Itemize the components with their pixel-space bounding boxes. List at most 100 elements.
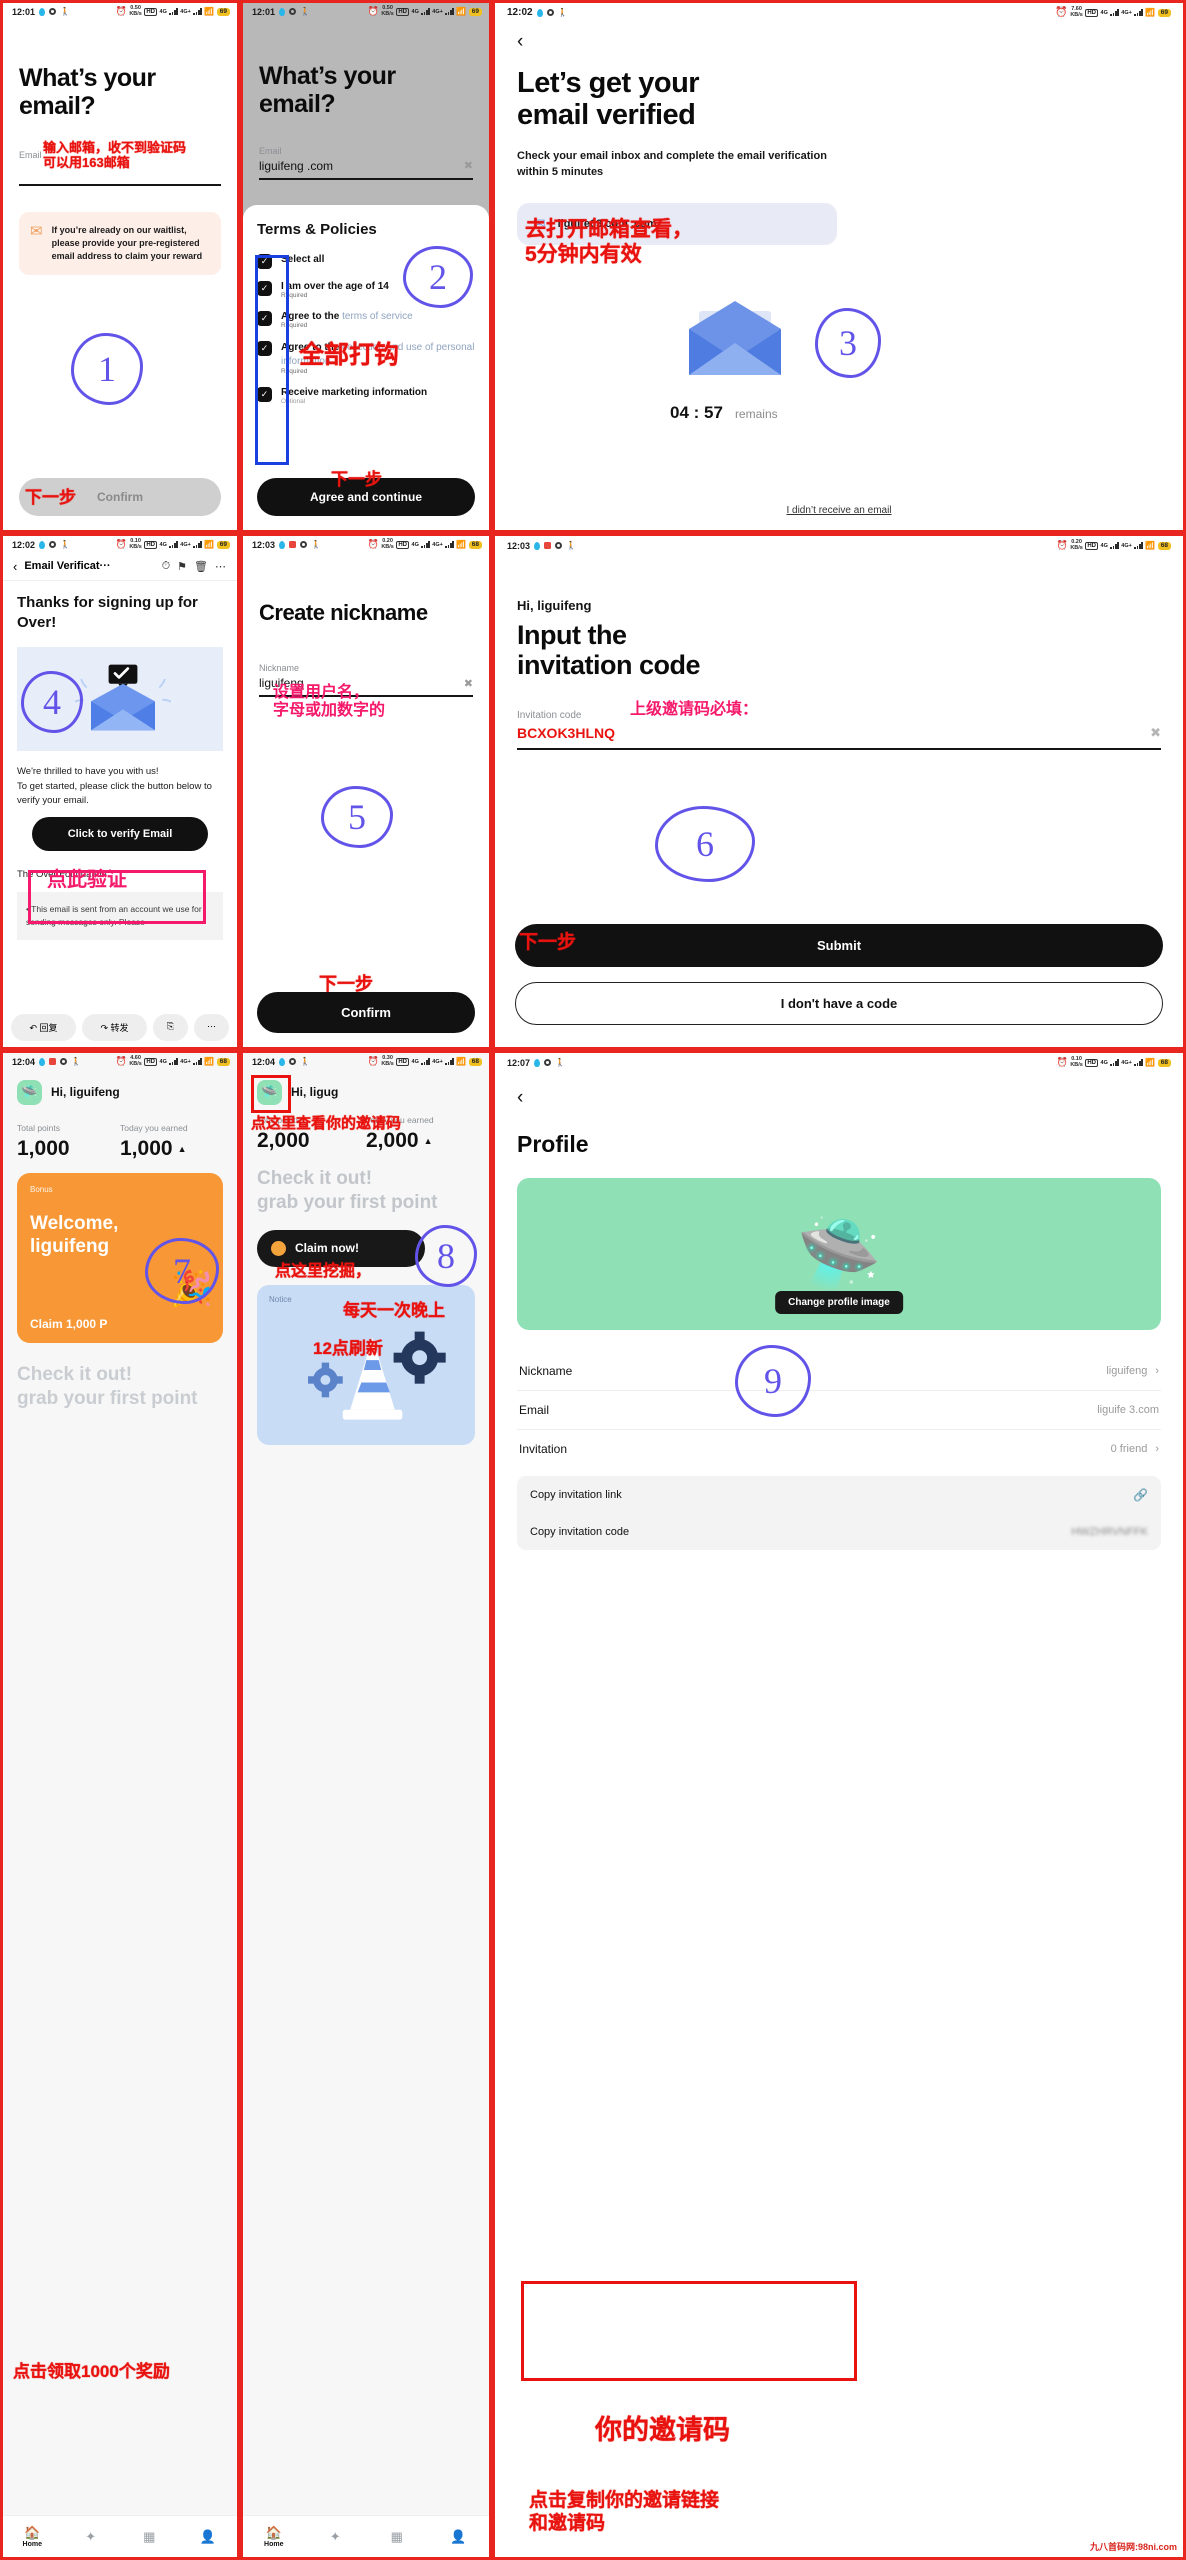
resend-email-link[interactable]: I didn’t receive an email — [495, 505, 1183, 516]
terms-item-label: Receive marketing information — [281, 387, 428, 398]
back-chevron-icon[interactable]: ‹ — [517, 31, 1161, 53]
status-bar: 12:02 🚶 ⏰ 7.60 KB/s HD 4G 4G+ 📶 69 — [495, 3, 1183, 21]
alien-avatar-icon[interactable]: 🛸 — [17, 1079, 42, 1105]
archive-icon[interactable]: ⎘ — [153, 1014, 188, 1041]
profile-row-nickname[interactable]: Nickname liguifeng › — [517, 1352, 1161, 1391]
nav-card[interactable]: ▦ — [366, 2516, 428, 2557]
page-title: Profile — [517, 1130, 589, 1157]
nav-sparkle[interactable]: ✦ — [305, 2516, 367, 2557]
countdown-row: 04 : 57 remains — [670, 403, 778, 423]
clear-icon[interactable]: ✖ — [464, 677, 473, 690]
status-time: 12:04 — [12, 1056, 36, 1067]
verify-email-button[interactable]: Click to verify Email — [32, 817, 208, 852]
clear-icon[interactable]: ✖ — [464, 159, 473, 172]
change-profile-image-button[interactable]: Change profile image — [775, 1290, 903, 1314]
invitation-code-input[interactable]: BCXOK3HLNQ ✖ — [517, 721, 1161, 750]
claim-now-button[interactable]: Claim now! — [257, 1229, 425, 1267]
cone-gear-icon — [308, 1331, 446, 1420]
annotation-your-invite-code: 你的邀请码 — [595, 2415, 730, 2446]
caret-up-icon: ▲ — [423, 1135, 433, 1146]
forward-button[interactable]: ↷ 转发 — [82, 1014, 147, 1041]
copy-invitation-link-row[interactable]: Copy invitation link 🔗 — [517, 1476, 1161, 1514]
nav-person[interactable]: 👤 — [428, 2516, 490, 2557]
notification-icon — [289, 541, 297, 549]
profile-image-card[interactable]: 🛸 Change profile image — [517, 1177, 1161, 1330]
panel-home-claim: 12:04 🚶 ⏰ 0.30 KB/s HD 4G 4G+ 📶 68 🛸 Hi, … — [240, 1050, 492, 2560]
signal-icon-2 — [193, 541, 202, 549]
person-icon: 🚶 — [300, 7, 310, 17]
profile-header[interactable]: 🛸 Hi, liguifeng — [3, 1070, 237, 1105]
status-time: 12:02 — [12, 539, 36, 550]
signal-icon-2 — [445, 541, 454, 549]
no-code-button[interactable]: I don't have a code — [515, 982, 1163, 1025]
trash-icon[interactable]: 🗑 — [194, 560, 208, 573]
coin-icon — [271, 1240, 286, 1256]
step-marker-6: 6 — [655, 806, 755, 882]
profile-row-invitation[interactable]: Invitation 0 friend › — [517, 1430, 1161, 1468]
person-icon: 🚶 — [555, 1058, 565, 1068]
page-title: Let’s get your email verified — [517, 66, 700, 131]
link-icon[interactable]: 🔗 — [1133, 1488, 1148, 1502]
network-type: 4G — [159, 8, 167, 15]
reply-button[interactable]: ↶ 回复 — [11, 1014, 76, 1041]
site-watermark: 九八首码网:98ni.com — [1089, 2542, 1177, 2552]
wifi-icon: 📶 — [204, 540, 215, 550]
droplet-icon — [534, 1058, 541, 1067]
network-type-2: 4G+ — [432, 8, 443, 15]
network-type: 4G — [1100, 542, 1108, 549]
network-type-2: 4G+ — [180, 8, 191, 15]
email-field-label: Email — [259, 145, 282, 156]
nav-home[interactable]: 🏠 Home — [243, 2516, 305, 2557]
nav-person[interactable]: 👤 — [179, 2516, 238, 2557]
network-speed: 0.10 KB/s — [1070, 1056, 1083, 1068]
page-title: Input the invitation code — [517, 619, 701, 680]
terms-of-service-link[interactable]: terms of service — [342, 311, 413, 322]
hd-icon: HD — [396, 540, 410, 549]
bonus-cta-label[interactable]: Claim 1,000 P — [30, 1317, 107, 1331]
network-type: 4G — [159, 541, 167, 548]
email-input[interactable]: liguifeng .com ✖ — [259, 156, 473, 180]
nav-sparkle[interactable]: ✦ — [62, 2516, 121, 2557]
verified-envelope-icon — [75, 664, 171, 731]
wifi-icon: 📶 — [204, 7, 215, 17]
signal-icon-2 — [193, 1058, 202, 1066]
droplet-icon — [279, 1057, 286, 1066]
flag-icon[interactable]: ⚑ — [177, 560, 187, 573]
back-chevron-icon[interactable]: ‹ — [13, 559, 17, 574]
nickname-field-label: Nickname — [259, 663, 300, 674]
copy-rows: Copy invitation link 🔗 Copy invitation c… — [517, 1475, 1161, 1550]
clock-icon[interactable]: ⏱ — [162, 560, 171, 573]
clear-icon[interactable]: ✖ — [1150, 725, 1161, 741]
nav-card[interactable]: ▦ — [120, 2516, 179, 2557]
person-icon: 🚶 — [71, 1057, 81, 1067]
copy-invitation-code-row[interactable]: Copy invitation code HWZHRVNFFK — [517, 1514, 1161, 1550]
more-icon[interactable]: ⋯ — [194, 1014, 229, 1041]
points-summary: Total points 1,000 Today you earned 1,00… — [3, 1105, 237, 1161]
terms-item[interactable]: ✓ Receive marketing information Optional — [257, 387, 475, 405]
droplet-icon — [39, 7, 46, 16]
step-marker-1: 1 — [71, 333, 143, 405]
status-bar: 12:07 🚶 ⏰ 0.10 KB/s HD 4G 4G+ 📶 68 — [495, 1053, 1183, 1071]
signal-icon — [421, 1058, 430, 1066]
notification-icon — [49, 1058, 57, 1066]
terms-item[interactable]: ✓ Agree to the terms of service Required — [257, 311, 475, 329]
gear-icon — [60, 1058, 68, 1066]
step-marker-7: 7 — [145, 1238, 219, 1304]
countdown-suffix: remains — [734, 407, 778, 421]
network-speed: 7.60 KB/s — [1070, 6, 1083, 18]
back-chevron-icon[interactable]: ‹ — [517, 1087, 1161, 1109]
network-speed: 0.30 KB/s — [381, 1055, 394, 1067]
signal-icon-2 — [1134, 542, 1143, 550]
wifi-icon: 📶 — [456, 7, 467, 17]
person-icon: 🚶 — [300, 1057, 310, 1067]
submit-button[interactable]: Submit — [515, 924, 1163, 967]
signal-icon-2 — [193, 8, 202, 16]
person-icon: 🚶 — [60, 7, 70, 17]
wifi-icon: 📶 — [1145, 8, 1156, 18]
confirm-button[interactable]: Confirm — [257, 992, 475, 1033]
signal-icon — [1110, 1059, 1119, 1067]
network-speed: 0.20 KB/s — [381, 538, 394, 550]
more-icon[interactable]: ⋯ — [215, 560, 227, 573]
nav-home[interactable]: 🏠 Home — [3, 2516, 62, 2557]
mail-toolbar: ‹ Email Verificat··· ⏱ ⚑ 🗑 ⋯ — [3, 553, 237, 581]
